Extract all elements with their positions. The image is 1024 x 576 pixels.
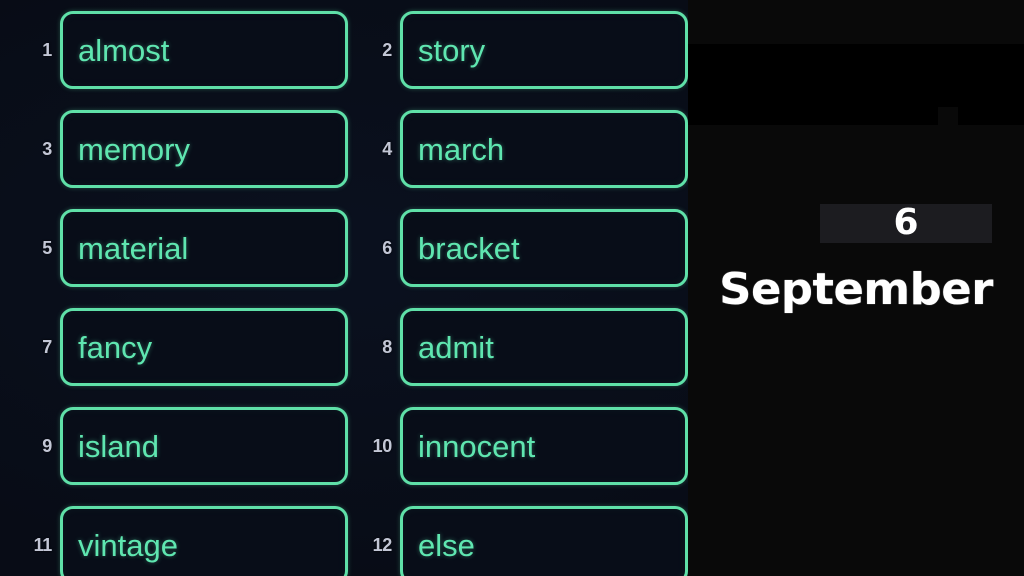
word-index-number: 8 <box>382 337 392 357</box>
word-list-item[interactable]: 6 bracket <box>340 209 688 287</box>
word-index-number: 2 <box>382 40 392 60</box>
word-index-number: 6 <box>382 238 392 258</box>
background-artifact <box>958 107 1024 125</box>
month-name: September <box>719 264 993 315</box>
word-card[interactable]: vintage <box>60 506 348 576</box>
word-list-panel: 1 almost 2 story 3 memory 4 march 5 mate… <box>0 0 688 576</box>
word-card[interactable]: almost <box>60 11 348 89</box>
word-index-number: 7 <box>42 337 52 357</box>
word-index-number: 12 <box>372 535 393 555</box>
word-label: island <box>78 428 159 464</box>
word-index-number: 4 <box>382 139 392 159</box>
word-card[interactable]: island <box>60 407 348 485</box>
word-list-item[interactable]: 3 memory <box>0 110 348 188</box>
word-card[interactable]: innocent <box>400 407 688 485</box>
word-index-number: 1 <box>42 40 52 60</box>
word-card[interactable]: story <box>400 11 688 89</box>
word-list-item[interactable]: 11 vintage <box>0 506 348 576</box>
word-label: innocent <box>418 428 536 464</box>
word-label: vintage <box>78 527 178 563</box>
word-label: fancy <box>78 329 153 365</box>
word-label: march <box>418 131 505 167</box>
word-label: material <box>78 230 189 266</box>
word-grid: 1 almost 2 story 3 memory 4 march 5 mate… <box>0 11 688 576</box>
word-list-item[interactable]: 1 almost <box>0 11 348 89</box>
word-list-item[interactable]: 9 island <box>0 407 348 485</box>
word-card[interactable]: else <box>400 506 688 576</box>
word-label: almost <box>78 32 170 68</box>
word-card[interactable]: march <box>400 110 688 188</box>
word-index-number: 5 <box>42 238 52 258</box>
day-number: 6 <box>893 202 919 243</box>
word-label: else <box>418 527 475 563</box>
word-list-item[interactable]: 8 admit <box>340 308 688 386</box>
word-card[interactable]: memory <box>60 110 348 188</box>
word-card[interactable]: bracket <box>400 209 688 287</box>
background-artifact <box>688 107 938 125</box>
word-card[interactable]: material <box>60 209 348 287</box>
word-label: memory <box>78 131 190 167</box>
word-card[interactable]: admit <box>400 308 688 386</box>
background-artifact <box>688 44 1024 107</box>
word-label: story <box>418 32 486 68</box>
word-list-item[interactable]: 2 story <box>340 11 688 89</box>
word-list-item[interactable]: 12 else <box>340 506 688 576</box>
word-label: bracket <box>418 230 520 266</box>
word-index-number: 3 <box>42 139 52 159</box>
date-panel: 6 September <box>688 0 1024 576</box>
word-label: admit <box>418 329 494 365</box>
word-card[interactable]: fancy <box>60 308 348 386</box>
word-index-number: 10 <box>372 436 393 456</box>
word-index-number: 11 <box>33 535 53 555</box>
word-index-number: 9 <box>42 436 52 456</box>
word-list-item[interactable]: 5 material <box>0 209 348 287</box>
screen-root: 1 almost 2 story 3 memory 4 march 5 mate… <box>0 0 1024 576</box>
word-list-item[interactable]: 4 march <box>340 110 688 188</box>
word-list-item[interactable]: 7 fancy <box>0 308 348 386</box>
word-list-item[interactable]: 10 innocent <box>340 407 688 485</box>
